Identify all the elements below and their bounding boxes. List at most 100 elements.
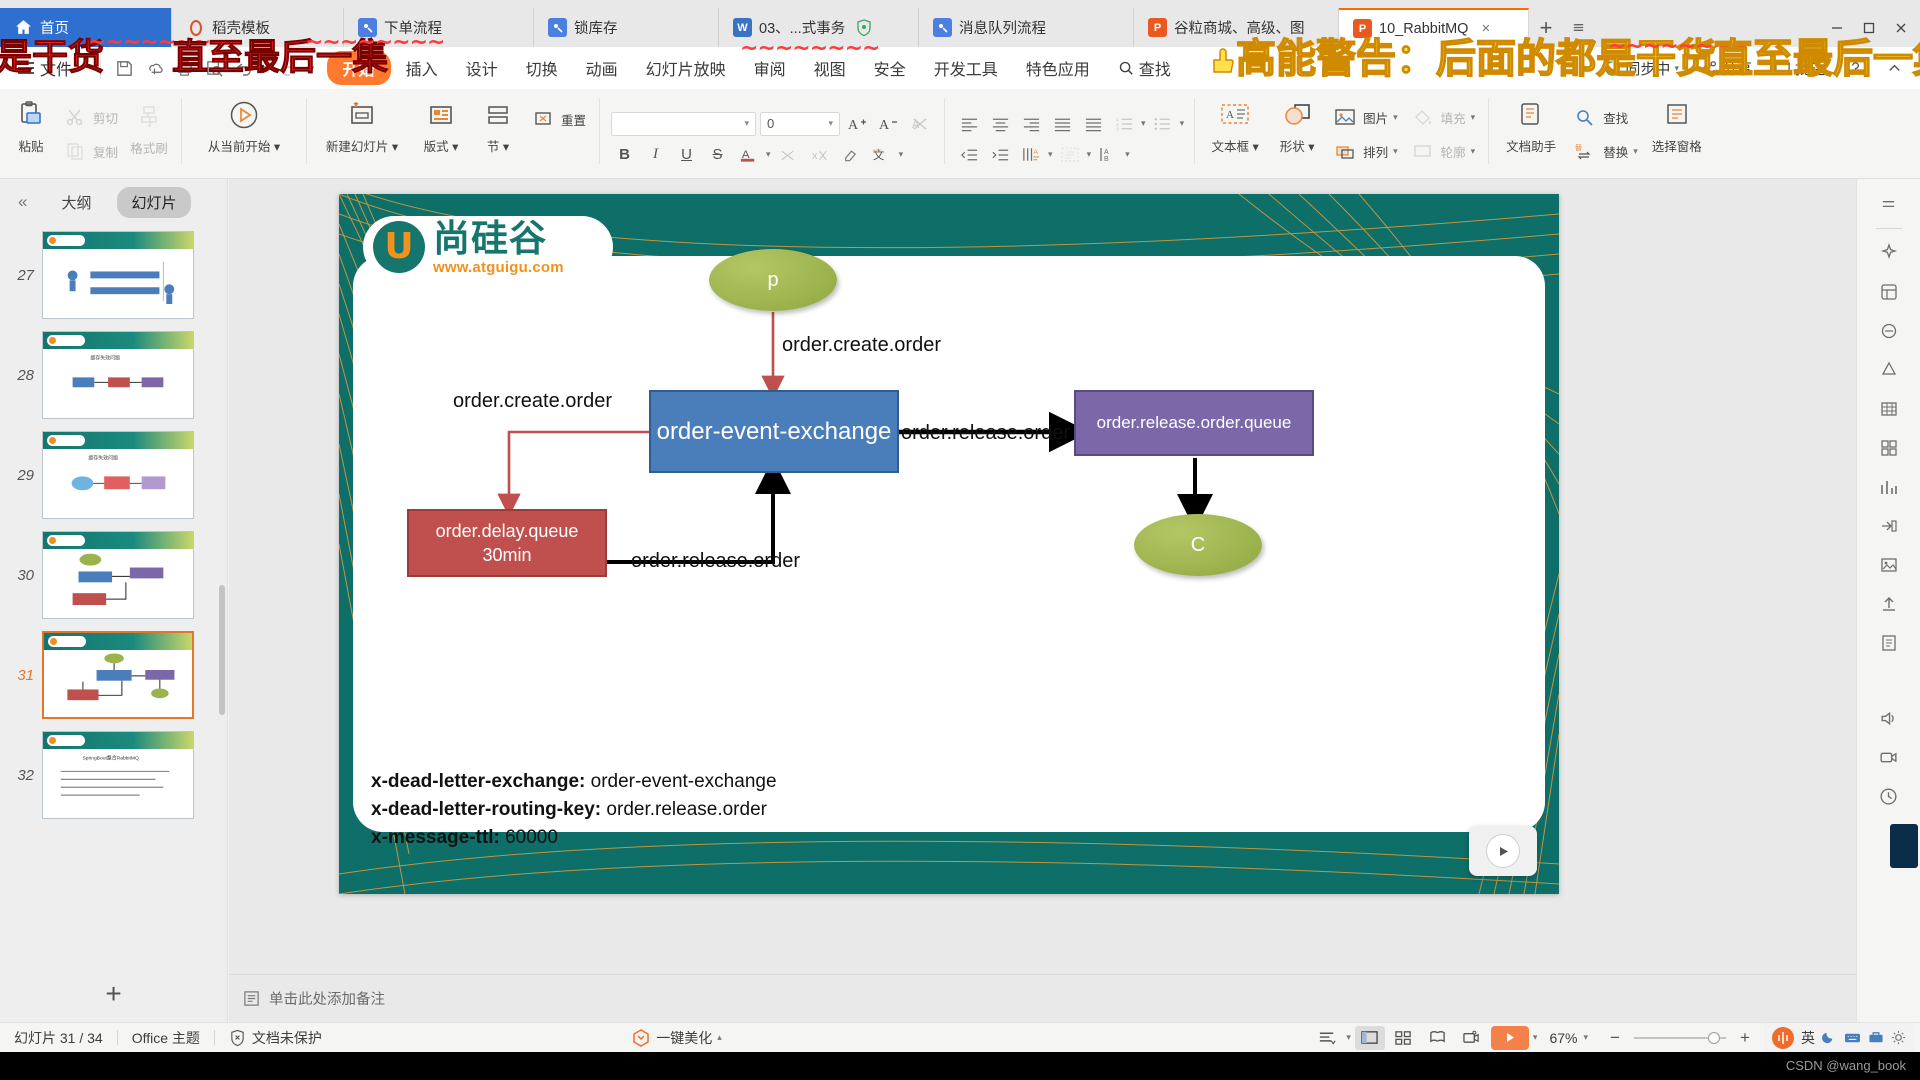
paragraph-shading-button[interactable] [1056,142,1084,167]
slide-thumbnail[interactable] [42,631,194,719]
textbox-button[interactable]: A 文本框 ▾ [1202,92,1268,155]
node-producer[interactable]: p [709,249,837,311]
chevron-down-icon[interactable]: ▾ [899,149,904,160]
doc-tab-guli-mall[interactable]: P 谷粒商城、高级、图 [1134,8,1339,47]
chevron-down-icon[interactable]: ▾ [1633,146,1638,157]
rail-audio-icon[interactable] [1867,699,1911,737]
print-preview-icon[interactable] [200,53,230,83]
node-order-delay-queue[interactable]: order.delay.queue 30min [407,509,607,577]
tab-developer[interactable]: 开发工具 [921,51,1011,85]
chevron-down-icon[interactable]: ▾ [1141,118,1146,129]
zoom-knob[interactable] [1708,1031,1720,1044]
doc-tab-mq-flow[interactable]: 消息队列流程 [919,8,1134,47]
current-slide[interactable]: U 尚硅谷 www.atguigu.com p order-event-exch… [339,194,1559,894]
clear-highlight-button[interactable] [775,142,802,167]
cut-button[interactable]: 剪切 [56,100,124,134]
theme-label[interactable]: Office 主题 [118,1028,214,1048]
font-name-input[interactable]: ▾ [611,111,757,136]
font-size-input[interactable]: 0 ▾ [760,111,841,136]
customize-quick-access-icon[interactable]: ▾ [303,53,321,83]
thumbnail-item[interactable]: 30 [0,525,227,625]
tab-slides[interactable]: 幻灯片 [117,186,191,218]
sync-status-button[interactable]: 同步中 ▾ [1595,54,1688,83]
bullets-button[interactable] [1149,111,1177,136]
chevron-down-icon[interactable]: ▾ [1048,149,1053,160]
thumbnail-list[interactable]: 27 28 缓存失效问题 29 缓存失效问题 30 31 32 SpringBo… [0,225,227,1022]
node-order-release-order-queue[interactable]: order.release.order.queue [1074,390,1314,456]
clear-format-button[interactable]: A [906,111,933,136]
rail-image-icon[interactable] [1867,546,1911,584]
close-icon[interactable]: × [1481,20,1490,37]
chevron-down-icon[interactable]: ▾ [1471,146,1476,157]
thumbnail-scrollbar[interactable] [219,585,225,715]
redo-icon[interactable] [273,53,303,83]
tab-special-apps[interactable]: 特色应用 [1013,51,1103,85]
reading-view-button[interactable] [1423,1026,1453,1050]
toolbox-icon[interactable] [1868,1030,1884,1045]
rail-grid-icon[interactable] [1867,429,1911,467]
shrink-font-button[interactable]: A [875,111,902,136]
undo-dropdown-icon[interactable]: ▾ [260,53,273,83]
tab-outline[interactable]: 大纲 [47,187,105,218]
strikethrough-button[interactable]: S [704,142,731,167]
decrease-indent-button[interactable] [955,142,983,167]
remove-format-button[interactable]: x [806,142,833,167]
tab-slideshow[interactable]: 幻灯片放映 [633,51,739,85]
node-consumer[interactable]: C [1134,514,1262,576]
settings-icon[interactable] [1891,1030,1906,1045]
rail-template-icon[interactable] [1867,273,1911,311]
doc-tab-docer[interactable]: 稻壳模板 [172,8,344,47]
tab-animations[interactable]: 动画 [573,51,631,85]
help-button[interactable] [1838,56,1873,81]
notes-pane[interactable]: 单击此处添加备注 [229,974,1856,1022]
chevron-down-icon[interactable]: ▾ [1471,112,1476,123]
increase-indent-button[interactable] [986,142,1014,167]
rail-shape-icon[interactable] [1867,312,1911,350]
normal-view-button[interactable] [1354,1025,1385,1050]
close-window-button[interactable] [1886,8,1916,47]
tab-overflow-icon[interactable] [1563,8,1593,47]
picture-button[interactable]: 图片 ▾ [1326,100,1404,134]
queue-properties-text[interactable]: x-dead-letter-exchange: order-event-exch… [371,768,777,852]
start-slideshow-button[interactable] [1490,1025,1529,1050]
thumbnail-item-current[interactable]: 31 [0,625,227,725]
text-color-button[interactable]: A [735,142,762,167]
chevron-down-icon[interactable]: ▾ [1346,1032,1351,1043]
thumbnail-item[interactable]: 27 [0,225,227,325]
comment-button[interactable]: 批注 [1765,54,1834,83]
new-tab-button[interactable]: + [1529,8,1563,47]
shapes-button[interactable]: 形状 ▾ [1268,92,1326,155]
cloud-sync-icon[interactable] [140,53,170,83]
italic-button[interactable]: I [642,142,669,167]
new-slide-button[interactable]: 新建幻灯片 ▾ [314,92,410,155]
doc-tab-order-flow[interactable]: 下单流程 [344,8,534,47]
chevron-down-icon[interactable]: ▾ [766,149,771,160]
thumbnail-item[interactable]: 32 SpringBoot整合RabbitMQ [0,725,227,825]
rail-smartart-icon[interactable] [1867,351,1911,389]
paste-button[interactable]: 粘贴 [6,92,56,155]
rail-collapse-icon[interactable] [1867,185,1911,223]
tab-home[interactable]: 开始 [326,51,391,85]
chevron-down-icon[interactable]: ▾ [1125,149,1130,160]
doc-tab-word-doc[interactable]: W 03、...式事务 [719,8,919,47]
slide-thumbnail[interactable]: SpringBoot整合RabbitMQ [42,731,194,819]
rail-chart-icon[interactable] [1867,468,1911,506]
highlight-button[interactable] [837,142,864,167]
print-icon[interactable] [170,53,200,83]
maximize-button[interactable] [1854,8,1884,47]
doc-tab-lock-stock[interactable]: 锁库存 [534,8,719,47]
chevron-down-icon[interactable]: ▾ [1087,149,1092,160]
align-left-button[interactable] [955,111,983,136]
grow-font-button[interactable]: A [844,111,871,136]
rail-note-icon[interactable] [1867,624,1911,662]
rail-video-icon[interactable] [1867,738,1911,776]
chevron-down-icon[interactable]: ▾ [1393,112,1398,123]
chevron-down-icon[interactable]: ▾ [1180,118,1185,129]
presenter-view-button[interactable] [1457,1026,1487,1050]
ime-language-label[interactable]: 英 [1801,1028,1815,1048]
ime-logo-icon[interactable] [1772,1026,1794,1049]
rail-export-icon[interactable] [1867,585,1911,623]
floating-play-widget[interactable] [1469,826,1537,876]
text-columns-button[interactable]: A [1017,142,1045,167]
reading-list-button[interactable] [1312,1026,1342,1050]
